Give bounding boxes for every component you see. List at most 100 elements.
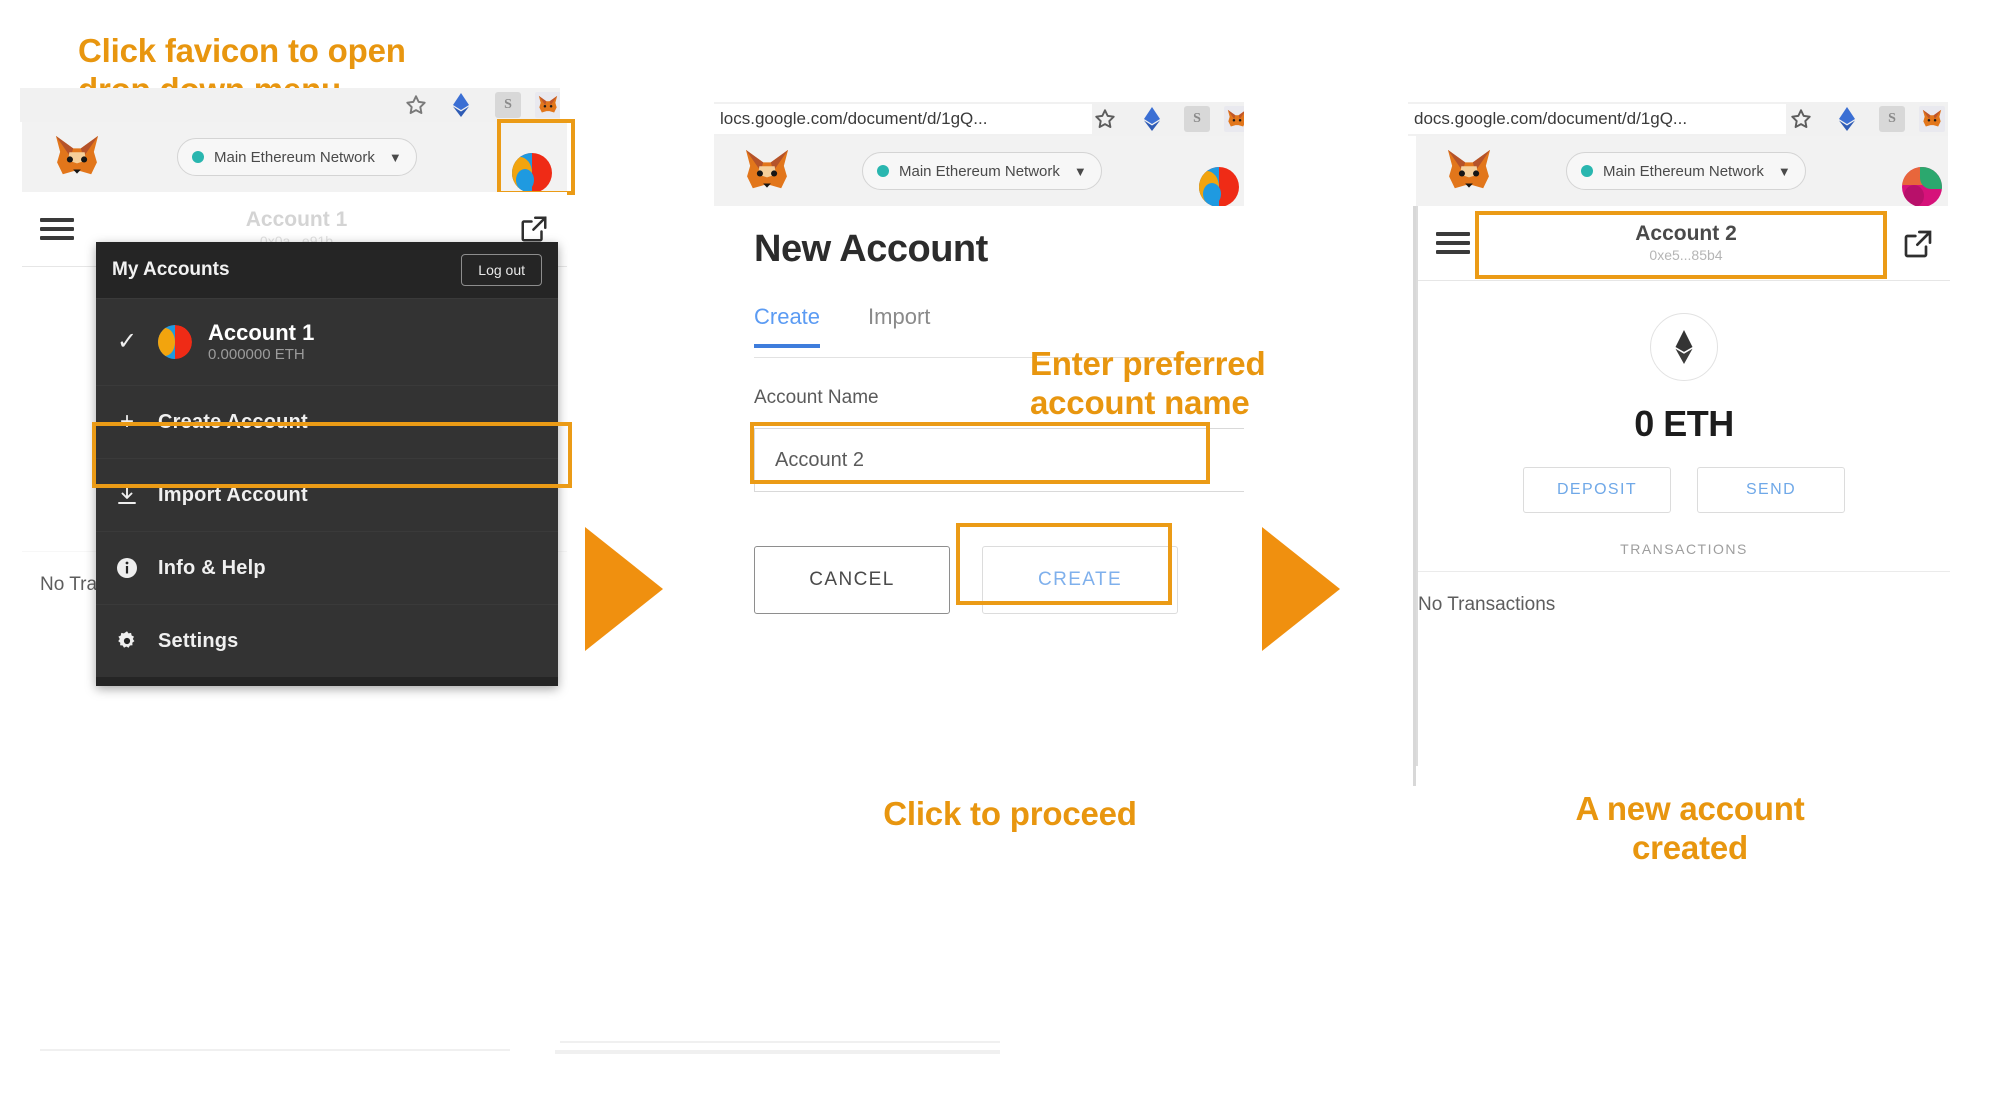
metamask-extension-icon-right[interactable] [1919, 106, 1945, 132]
s-extension-icon-right[interactable]: S [1879, 106, 1905, 132]
wallet-balance-right: 0 ETH [1634, 403, 1734, 444]
send-button-right[interactable]: SEND [1697, 467, 1845, 513]
logout-button-left[interactable]: Log out [461, 254, 542, 286]
network-status-dot-right [1581, 165, 1593, 177]
network-status-dot-middle [877, 165, 889, 177]
wallet-action-buttons-right: DEPOSIT SEND [1418, 467, 1950, 513]
accounts-dropdown-left: My Accounts Log out ✓ Account 1 0.000000… [96, 242, 558, 686]
panel-right: docs.google.com/document/d/1gQ... S Main… [1380, 0, 2000, 1099]
network-selector-middle[interactable]: Main Ethereum Network ▼ [862, 152, 1102, 190]
address-bar-middle[interactable]: locs.google.com/document/d/1gQ... [714, 104, 1092, 134]
tab-import[interactable]: Import [868, 304, 930, 348]
metamask-fox-logo-middle [742, 148, 792, 199]
annotation-step-4: A new account created [1575, 790, 1805, 866]
transactions-header-right: TRANSACTIONS [1418, 541, 1950, 572]
divider-bottom-left [40, 1049, 510, 1051]
ethereum-diamond-icon-left[interactable] [450, 93, 472, 122]
flow-arrow-2 [1262, 527, 1340, 651]
network-selector-left[interactable]: Main Ethereum Network ▼ [177, 138, 417, 176]
annotation-step-2: Enter preferred account name [1030, 345, 1266, 421]
dropdown-create-account-label: Create Account [158, 410, 308, 433]
account-identicon-dropdown [158, 325, 192, 359]
external-link-icon-left[interactable] [519, 214, 549, 244]
hamburger-icon-right[interactable] [1436, 232, 1470, 254]
hamburger-icon-left[interactable] [40, 218, 74, 240]
form-title: New Account [754, 228, 988, 270]
ethereum-diamond-icon-middle[interactable] [1141, 107, 1163, 136]
dropdown-settings[interactable]: Settings [96, 605, 558, 677]
create-button[interactable]: CREATE [982, 546, 1178, 614]
account-name-input-value: Account 2 [775, 448, 864, 471]
metamask-header-middle: Main Ethereum Network ▼ [714, 136, 1244, 207]
address-bar-text-right: docs.google.com/document/d/1gQ... [1414, 109, 1688, 128]
wallet-account-address-right: 0xe5...85b4 [1649, 246, 1723, 263]
browser-toolbar-middle: locs.google.com/document/d/1gQ... S [714, 102, 1244, 136]
account-name-input[interactable]: Account 2 [754, 428, 1244, 492]
download-icon [112, 483, 142, 508]
bookmark-star-icon-left[interactable] [405, 94, 427, 121]
external-link-icon-right[interactable] [1902, 228, 1932, 258]
plus-icon: + [119, 408, 134, 435]
info-icon [112, 556, 142, 581]
annotation-step-3: Click to proceed [883, 795, 1137, 832]
bookmark-star-icon-right[interactable] [1790, 108, 1812, 135]
dropdown-account-row[interactable]: ✓ Account 1 0.000000 ETH [96, 299, 558, 386]
check-icon: ✓ [116, 328, 138, 355]
metamask-fox-logo-right [1444, 148, 1494, 199]
dropdown-info-help-label: Info & Help [158, 556, 266, 579]
wallet-account-info-right[interactable]: Account 2 0xe5...85b4 [1470, 222, 1902, 264]
chevron-down-icon-middle: ▼ [1073, 163, 1087, 179]
no-transactions-right: No Transactions [1418, 594, 1556, 615]
browser-toolbar-left: ocs.google.com/document/d/1gQ... S [20, 88, 560, 122]
s-extension-icon-left[interactable]: S [495, 92, 521, 118]
flow-arrow-1 [585, 527, 663, 651]
panel-middle: locs.google.com/document/d/1gQ... S Main… [555, 0, 1320, 1099]
chevron-down-icon-right: ▼ [1777, 163, 1791, 179]
network-name-left: Main Ethereum Network [214, 148, 375, 166]
network-name-middle: Main Ethereum Network [899, 162, 1060, 180]
wallet-account-name-right: Account 2 [1635, 221, 1737, 245]
account-identicon-middle[interactable] [1199, 167, 1239, 206]
dropdown-account-balance: 0.000000 ETH [208, 345, 305, 363]
ethereum-token-icon-right [1650, 313, 1718, 381]
metamask-extension-icon-middle[interactable] [1224, 106, 1244, 132]
cancel-button[interactable]: CANCEL [754, 546, 950, 614]
metamask-fox-logo-left [52, 134, 102, 185]
network-name-right: Main Ethereum Network [1603, 162, 1764, 180]
dropdown-import-account-label: Import Account [158, 483, 308, 506]
gear-icon [112, 629, 142, 654]
panel-right-left-rule [1413, 206, 1416, 786]
address-bar-text-left: ocs.google.com/document/d/1gQ... [26, 96, 274, 114]
metamask-header-left: Main Ethereum Network ▼ [22, 122, 567, 193]
dropdown-import-account[interactable]: Import Account [96, 459, 558, 532]
wallet-account-row-right: Account 2 0xe5...85b4 [1418, 206, 1950, 281]
wallet-account-name-left: Account 1 [245, 207, 348, 231]
account-name-label: Account Name [754, 387, 879, 408]
deposit-button[interactable]: DEPOSIT [1523, 467, 1671, 513]
dropdown-header-left: My Accounts Log out [96, 242, 558, 299]
wallet-body-right: Account 2 0xe5...85b4 0 ETH DEPOSIT SEND… [1416, 206, 1950, 766]
dropdown-create-account[interactable]: + Create Account [96, 386, 558, 459]
metamask-header-right: Main Ethereum Network ▼ [1416, 136, 1948, 207]
s-extension-icon-middle[interactable]: S [1184, 106, 1210, 132]
browser-toolbar-right: docs.google.com/document/d/1gQ... S [1408, 102, 1948, 136]
account-identicon-right[interactable] [1902, 167, 1942, 206]
network-status-dot-left [192, 151, 204, 163]
bookmark-star-icon-middle[interactable] [1094, 108, 1116, 135]
divider-bottom-middle [560, 1041, 1000, 1043]
dropdown-info-help[interactable]: Info & Help [96, 532, 558, 605]
chevron-down-icon-left: ▼ [388, 149, 402, 165]
form-tabs: Create Import [754, 304, 930, 348]
dropdown-title-left: My Accounts [112, 259, 230, 280]
address-bar-right[interactable]: docs.google.com/document/d/1gQ... [1408, 104, 1786, 134]
dropdown-account-name: Account 1 [208, 319, 315, 345]
panel-left: ocs.google.com/document/d/1gQ... S [0, 0, 600, 1099]
tab-create[interactable]: Create [754, 304, 821, 348]
network-selector-right[interactable]: Main Ethereum Network ▼ [1566, 152, 1806, 190]
divider-bottom-middle-2 [555, 1050, 1000, 1054]
account-identicon-left[interactable] [512, 153, 552, 192]
dropdown-settings-label: Settings [158, 629, 239, 652]
address-bar-text-middle: locs.google.com/document/d/1gQ... [720, 109, 988, 128]
ethereum-diamond-icon-right[interactable] [1836, 107, 1858, 136]
metamask-extension-icon-left[interactable] [535, 92, 560, 118]
